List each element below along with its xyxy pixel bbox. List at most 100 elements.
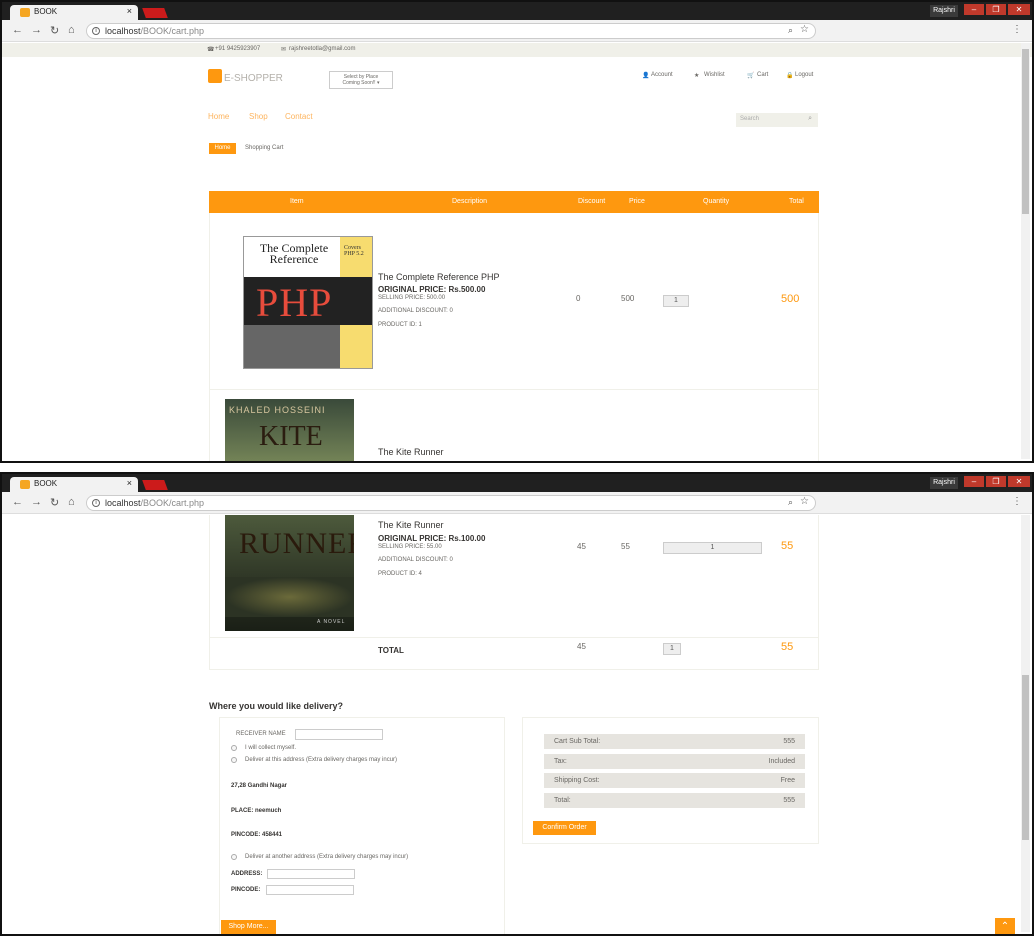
item-selling-price: SELLING PRICE: 55.00 [378,544,442,550]
this-address-radio[interactable] [231,757,237,763]
close-window-button[interactable]: ✕ [1008,476,1030,487]
minimize-button[interactable]: – [964,476,984,487]
phone-number: +91 9425923907 [215,46,261,52]
item-price: 55 [621,542,630,551]
url-field[interactable]: i localhost/BOOK/cart.php ⌕ ☆ [86,495,816,511]
maximize-button[interactable]: ❐ [986,476,1006,487]
close-window-button[interactable]: ✕ [1008,4,1030,15]
summary-row: Total: 555 [544,793,805,808]
item-product-id: PRODUCT ID: 1 [378,322,422,328]
pincode-field-label: PINCODE: [231,887,261,893]
item-additional-discount: ADDITIONAL DISCOUNT: 0 [378,308,453,314]
row-divider [209,389,819,390]
back-arrow-icon[interactable]: ← [12,24,23,36]
item-name[interactable]: The Kite Runner [378,447,444,457]
page-scrollbar[interactable] [1021,515,1030,932]
info-icon[interactable]: i [92,27,100,35]
cart-link[interactable]: Cart [757,72,768,78]
pincode-input[interactable] [266,885,354,895]
item-name[interactable]: The Complete Reference PHP [378,272,500,282]
cover-title-runner: RUNNER [239,527,354,560]
scroll-top-button[interactable]: ⌃ [995,918,1015,934]
another-address-radio[interactable] [231,854,237,860]
collect-self-label: I will collect myself. [245,745,297,751]
profile-name[interactable]: Rajshri [930,5,958,17]
item-selling-price: SELLING PRICE: 500.00 [378,295,446,301]
scrollbar-thumb[interactable] [1022,49,1029,214]
browser-window-bottom: BOOK × Rajshri – ❐ ✕ ← → ↻ ⌂ i localhost… [0,472,1034,936]
home-icon[interactable]: ⌂ [68,496,75,508]
brand-logo[interactable]: E-SHOPPER [224,73,283,84]
zoom-icon[interactable]: ⌕ [788,497,793,508]
scrollbar-thumb[interactable] [1022,675,1029,840]
bookmark-star-icon[interactable]: ☆ [800,496,809,507]
zoom-icon[interactable]: ⌕ [788,25,793,36]
email-address: rajshreetotla@gmail.com [289,46,356,52]
new-tab-button[interactable] [142,8,168,18]
book-cover-kite-runner[interactable]: RUNNER A NOVEL [225,515,354,631]
book-cover-php[interactable]: The Complete Reference Covers PHP 5.2 PH… [243,236,373,369]
cover-title-area: The Complete Reference [244,237,340,277]
reload-icon[interactable]: ↻ [50,496,59,509]
cover-author: KHALED HOSSEINI [229,405,326,415]
tab-close-icon[interactable]: × [127,478,132,488]
grand-total: 55 [781,641,794,653]
info-icon[interactable]: i [92,499,100,507]
total-quantity: 1 [663,643,681,655]
kebab-menu-icon[interactable]: ⋮ [1012,24,1022,35]
address-input[interactable] [267,869,355,879]
forward-arrow-icon[interactable]: → [31,24,42,36]
logout-link[interactable]: Logout [795,72,813,78]
item-total: 55 [781,540,794,552]
place-dropdown-line2: Coming Soon!! ▾ [342,80,380,86]
collect-self-radio[interactable] [231,745,237,751]
cart-table-header: Item Description Discount Price Quantity… [209,191,819,213]
wishlist-link[interactable]: Wishlist [704,72,725,78]
place-dropdown[interactable]: Select by Place Coming Soon!! ▾ [329,71,393,89]
forward-arrow-icon[interactable]: → [31,496,42,508]
tab-close-icon[interactable]: × [127,6,132,16]
address-bar-row: ← → ↻ ⌂ i localhost/BOOK/cart.php ⌕ ☆ ⋮ [2,492,1032,514]
page-viewport: ☎ +91 9425923907 ✉ rajshreetotla@gmail.c… [2,43,1032,461]
book-cover-kite-runner[interactable]: KHALED HOSSEINI KITE [225,399,354,461]
browser-tab[interactable]: BOOK × [10,477,138,492]
receiver-name-input[interactable] [295,729,383,740]
home-icon[interactable]: ⌂ [68,24,75,36]
breadcrumb-current: Shopping Cart [245,145,284,151]
row-divider [209,637,819,638]
pincode-line: PINCODE: 458441 [231,832,283,838]
cover-footer: A NOVEL [317,619,346,625]
reload-icon[interactable]: ↻ [50,24,59,37]
maximize-button[interactable]: ❐ [986,4,1006,15]
new-tab-button[interactable] [142,480,168,490]
minimize-button[interactable]: – [964,4,984,15]
order-summary-panel: Cart Sub Total: 555 Tax: Included Shippi… [522,717,819,844]
shop-more-button[interactable]: Shop More... [221,920,276,934]
user-icon: 👤 [642,73,650,79]
column-quantity: Quantity [703,198,730,205]
account-link[interactable]: Account [651,72,673,78]
breadcrumb-home[interactable]: Home [209,143,236,154]
nav-contact[interactable]: Contact [285,112,313,121]
address-line: 27,28 Gandhi Nagar [231,783,288,789]
nav-home[interactable]: Home [208,112,229,121]
browser-tab[interactable]: BOOK × [10,5,138,20]
kebab-menu-icon[interactable]: ⋮ [1012,496,1022,507]
back-arrow-icon[interactable]: ← [12,496,23,508]
search-icon[interactable]: ⌕ [808,115,812,123]
item-product-id: PRODUCT ID: 4 [378,571,422,577]
bookmark-star-icon[interactable]: ☆ [800,24,809,35]
item-quantity-input[interactable]: 1 [663,542,762,554]
url-field[interactable]: i localhost/BOOK/cart.php ⌕ ☆ [86,23,816,39]
cover-bottom-left [244,325,340,368]
envelope-icon: ✉ [281,47,287,53]
page-scrollbar[interactable] [1021,43,1030,459]
profile-name[interactable]: Rajshri [930,477,958,489]
confirm-order-button[interactable]: Confirm Order [533,821,596,835]
item-name[interactable]: The Kite Runner [378,520,444,530]
search-input[interactable]: Search [740,116,759,122]
nav-shop[interactable]: Shop [249,112,268,121]
shopping-bag-logo-icon [208,69,222,83]
item-quantity-input[interactable]: 1 [663,295,689,307]
search-box[interactable]: Search ⌕ [736,113,818,127]
